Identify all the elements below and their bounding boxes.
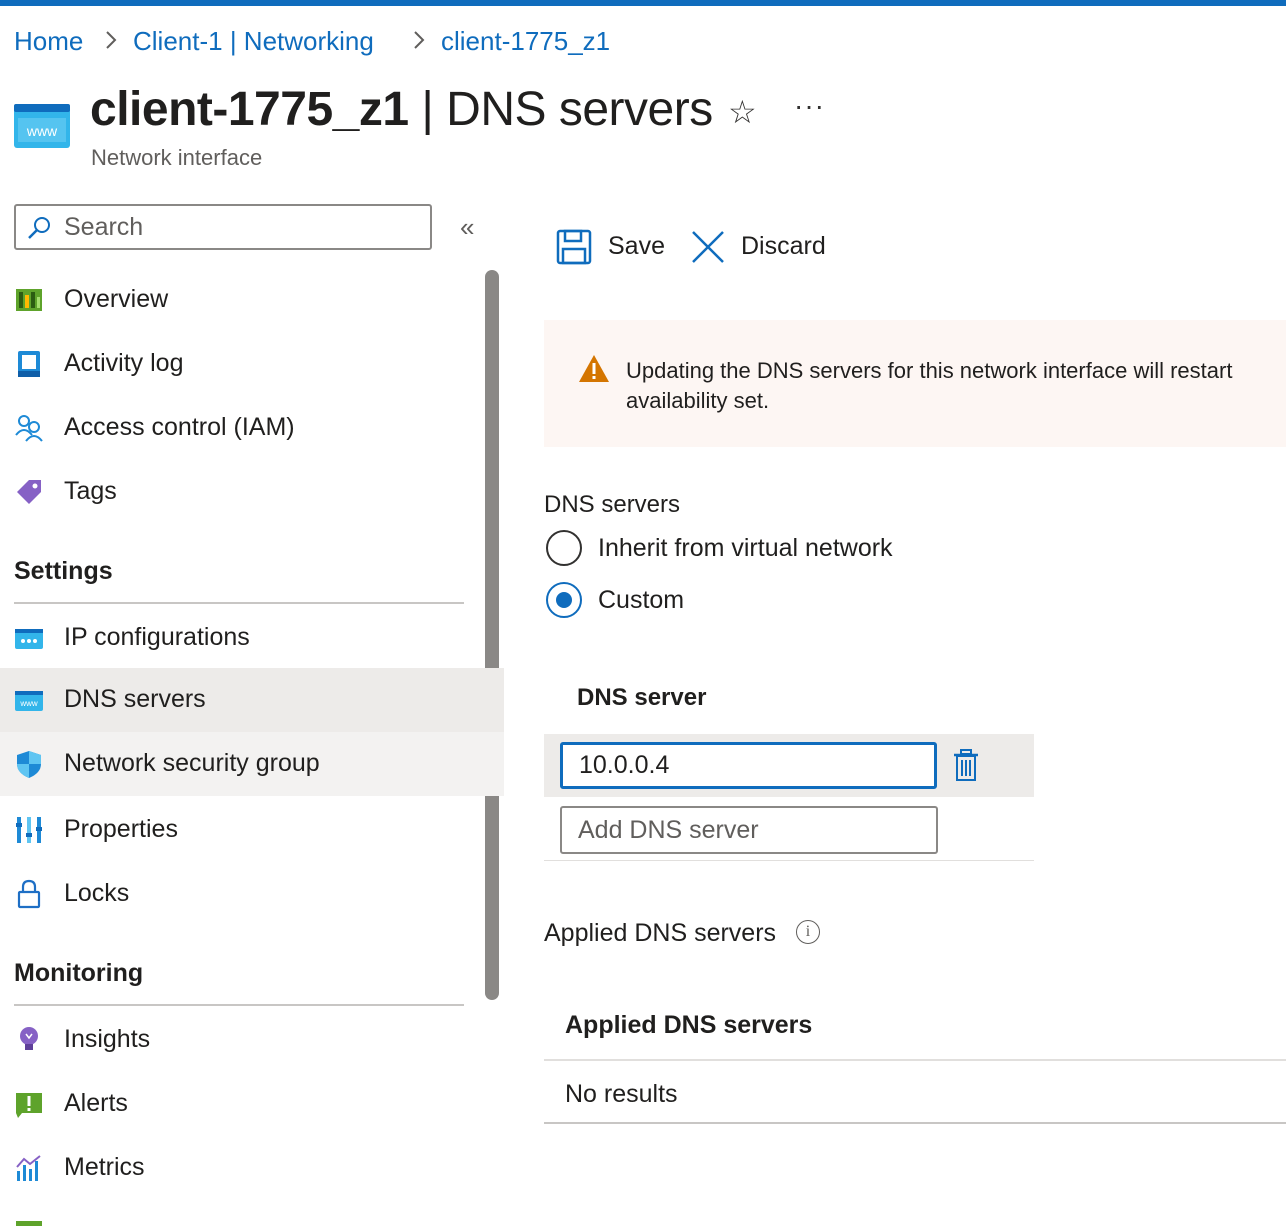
divider — [14, 1004, 464, 1006]
dns-server-column-header: DNS server — [577, 684, 707, 711]
sidebar-item-label: Properties — [64, 815, 178, 843]
dns-icon: www — [15, 691, 43, 711]
activity-log-icon — [18, 351, 40, 377]
divider — [544, 1122, 1286, 1124]
sidebar-item-activity-log[interactable]: Activity log — [0, 332, 504, 396]
delete-icon[interactable] — [952, 749, 980, 783]
sidebar-item-partial[interactable] — [0, 1200, 504, 1226]
search-box[interactable] — [14, 204, 432, 250]
settings-section-title: Settings — [14, 557, 113, 585]
sidebar-item-insights[interactable]: Insights — [0, 1008, 504, 1072]
sidebar-item-metrics[interactable]: Metrics — [0, 1136, 504, 1200]
info-icon[interactable]: i — [796, 920, 820, 944]
sidebar-item-properties[interactable]: Properties — [0, 798, 504, 862]
warning-banner: Updating the DNS servers for this networ… — [544, 320, 1286, 447]
discard-button[interactable]: Discard — [690, 226, 830, 272]
search-input[interactable] — [64, 212, 414, 242]
iam-icon — [15, 415, 43, 442]
discard-label: Discard — [741, 232, 826, 260]
svg-text:www: www — [26, 123, 58, 139]
diagnostic-icon — [16, 1221, 42, 1226]
breadcrumb-networking[interactable]: Client-1 | Networking — [133, 26, 374, 57]
save-label: Save — [608, 232, 665, 260]
divider — [544, 860, 1034, 861]
chevron-right-icon — [106, 31, 117, 49]
search-icon — [28, 217, 50, 239]
dns-servers-label: DNS servers — [544, 491, 681, 518]
more-options-icon[interactable]: ··· — [794, 90, 825, 122]
sidebar-item-label: IP configurations — [64, 623, 250, 651]
sidebar-item-tags[interactable]: Tags — [0, 460, 504, 524]
sidebar-item-label: Network security group — [64, 749, 320, 777]
save-button[interactable]: Save — [556, 226, 666, 272]
add-dns-server-input[interactable] — [560, 806, 938, 854]
metrics-icon — [16, 1155, 41, 1181]
radio-custom[interactable] — [546, 582, 582, 618]
page-title: client-1775_z1 | DNS servers — [90, 83, 713, 136]
svg-text:www: www — [19, 699, 38, 708]
sidebar-item-label: DNS servers — [64, 685, 206, 713]
applied-dns-table-header: Applied DNS servers — [565, 1011, 813, 1039]
radio-inherit[interactable] — [546, 530, 582, 566]
divider — [544, 1059, 1286, 1061]
top-accent-bar — [0, 0, 1286, 6]
lightbulb-icon — [20, 1027, 38, 1050]
chevron-right-icon — [414, 31, 425, 49]
lock-icon — [17, 879, 41, 909]
favorite-star-icon[interactable]: ☆ — [728, 93, 757, 131]
sidebar-item-locks[interactable]: Locks — [0, 862, 504, 926]
no-results-text: No results — [565, 1080, 678, 1108]
dns-server-input[interactable] — [560, 742, 937, 789]
radio-inherit-label[interactable]: Inherit from virtual network — [598, 534, 893, 563]
sidebar-item-label: Access control (IAM) — [64, 413, 295, 441]
collapse-sidebar-icon[interactable]: « — [460, 212, 474, 243]
network-interface-icon: www — [14, 104, 70, 148]
sidebar-item-label: Overview — [64, 285, 169, 313]
ip-config-icon — [15, 629, 43, 649]
radio-custom-label[interactable]: Custom — [598, 586, 684, 615]
save-icon — [556, 229, 592, 265]
warning-icon — [579, 355, 609, 382]
close-icon — [692, 231, 724, 263]
sidebar-item-ip-configurations[interactable]: IP configurations — [0, 606, 504, 670]
sidebar-item-label: Locks — [64, 879, 130, 907]
shield-icon — [17, 751, 41, 778]
properties-icon — [16, 817, 42, 843]
sidebar-item-label: Activity log — [64, 349, 184, 377]
breadcrumb-home[interactable]: Home — [14, 26, 83, 57]
sidebar-item-label: Alerts — [64, 1089, 128, 1117]
applied-dns-label: Applied DNS servers — [544, 919, 777, 947]
tag-icon — [17, 480, 41, 504]
sidebar-item-label: Insights — [64, 1025, 151, 1053]
sidebar-item-overview[interactable]: Overview — [0, 268, 504, 332]
alert-icon — [16, 1093, 42, 1118]
divider — [14, 602, 464, 604]
sidebar-item-label: Tags — [64, 477, 117, 505]
sidebar-item-label: Metrics — [64, 1153, 145, 1181]
warning-text: Updating the DNS servers for this networ… — [626, 358, 1233, 413]
breadcrumb-nic[interactable]: client-1775_z1 — [441, 26, 610, 57]
monitoring-section-title: Monitoring — [14, 959, 144, 987]
sidebar-item-dns-servers[interactable]: www DNS servers — [0, 668, 504, 732]
sidebar-item-network-security-group[interactable]: Network security group — [0, 732, 504, 796]
sidebar-item-iam[interactable]: Access control (IAM) — [0, 396, 504, 460]
overview-icon — [16, 289, 42, 311]
sidebar-item-alerts[interactable]: Alerts — [0, 1072, 504, 1136]
page-subtitle: Network interface — [91, 145, 263, 170]
